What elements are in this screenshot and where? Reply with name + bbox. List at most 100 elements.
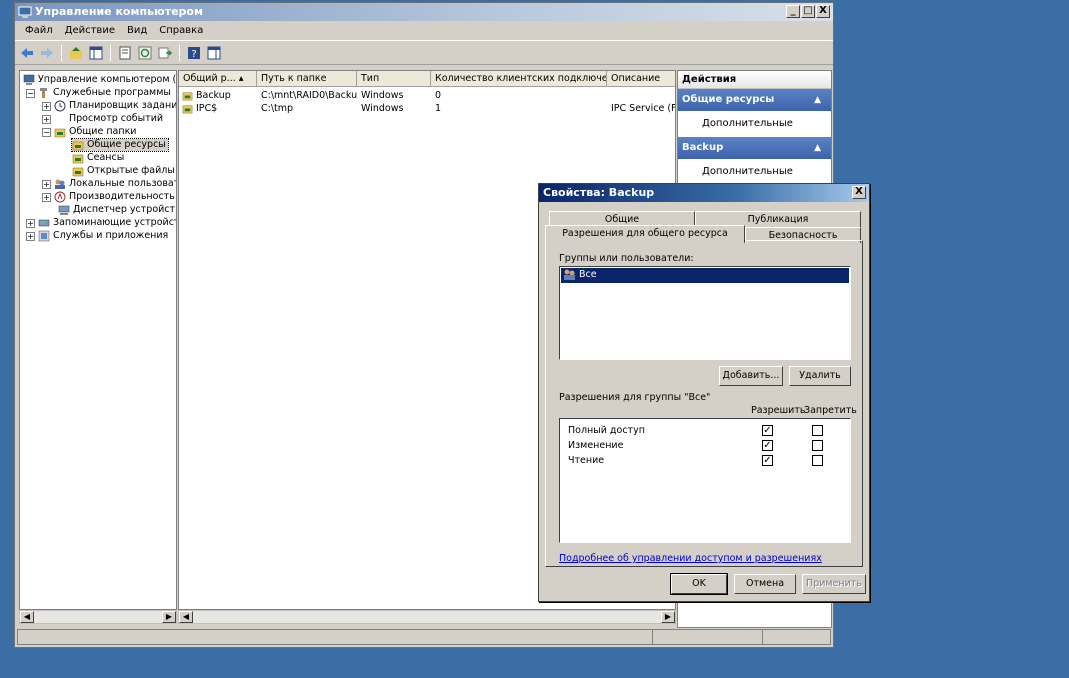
tree-item-label: Запоминающие устройства [53,217,176,228]
read-deny-checkbox[interactable] [812,455,823,466]
menu-help[interactable]: Справка [153,25,209,36]
tree-item-label: Открытые файлы [87,165,175,176]
refresh-icon[interactable] [137,45,153,61]
permission-full-control: Полный доступ [568,425,645,436]
tree-item-sessions[interactable]: Сеансы [72,152,124,164]
services-icon [38,230,50,242]
export-list-icon[interactable] [157,45,173,61]
cell-type: Windows [361,90,404,101]
event-viewer-icon [54,113,66,125]
actions-section-backup[interactable]: Backup ▲ [678,137,831,159]
scroll-right-button[interactable]: ▶ [162,611,176,623]
show-hide-tree-icon[interactable] [88,45,104,61]
column-header-connections[interactable]: Количество клиентских подключений [431,71,607,87]
column-header-description[interactable]: Описание [607,71,675,87]
full-control-allow-checkbox[interactable]: ✓ [762,425,773,436]
collapse-toggle[interactable]: − [26,88,35,98]
add-button[interactable]: Добавить... [719,366,783,386]
groups-listbox[interactable]: Все [559,266,851,360]
cell-description: IPC Service (Fr [611,103,676,114]
more-actions-shares[interactable]: Дополнительные дейст...▶ [678,111,831,155]
users-icon [55,179,65,189]
maximize-button[interactable]: □ [801,5,815,18]
group-item-everyone[interactable]: Все [561,268,849,283]
minimize-button[interactable]: _ [786,5,800,18]
permissions-list: Полный доступ Изменение Чтение ✓ ✓ ✓ [559,418,851,543]
help-icon[interactable]: ? [186,45,202,61]
tree-item-device-manager[interactable]: Диспетчер устройств [58,204,176,216]
tree-item-task-scheduler[interactable]: + Планировщик заданий [42,100,177,112]
menu-view[interactable]: Вид [121,25,153,36]
more-actions-backup[interactable]: Дополнительные дейст...▶ [678,159,831,203]
svg-text:?: ? [191,49,196,60]
console-tree[interactable]: Управление компьютером (FREE − Служебные… [19,70,177,610]
ok-button[interactable]: OK [670,573,728,595]
menu-file[interactable]: Файл [19,25,59,36]
menu-action[interactable]: Действие [59,25,121,36]
full-control-deny-checkbox[interactable] [812,425,823,436]
collapse-toggle[interactable]: − [42,127,51,137]
tree-item-shared-folders[interactable]: − Общие папки [42,126,136,138]
tree-item-label: Планировщик заданий [69,100,177,111]
remove-button[interactable]: Удалить [789,366,851,386]
status-divider [762,630,763,644]
expand-toggle[interactable]: + [42,192,51,202]
share-icon [182,105,193,114]
list-hscrollbar[interactable]: ◀ ▶ [178,610,676,624]
dialog-close-button[interactable]: X [852,186,866,199]
permission-read: Чтение [568,455,605,466]
main-titlebar[interactable]: Управление компьютером _ □ X [15,3,833,21]
cancel-button[interactable]: Отмена [734,574,796,594]
apply-button[interactable]: Применить [802,574,866,594]
properties-icon[interactable] [117,45,133,61]
main-title: Управление компьютером [35,5,203,18]
storage-icon [38,219,50,227]
computer-icon [23,74,35,85]
show-action-pane-icon[interactable] [206,45,222,61]
scroll-right-button[interactable]: ▶ [661,611,675,623]
expand-toggle[interactable]: + [42,114,51,124]
menubar: Файл Действие Вид Справка [15,21,833,41]
collapse-arrow-icon: ▲ [814,143,821,153]
close-button[interactable]: X [816,5,830,18]
expand-toggle[interactable]: + [42,101,51,111]
tree-hscrollbar[interactable]: ◀ ▶ [19,610,177,624]
column-header-share[interactable]: Общий р... ▴ [179,71,257,87]
computer-management-icon [18,6,32,18]
change-deny-checkbox[interactable] [812,440,823,451]
tree-item-storage[interactable]: + Запоминающие устройства [26,217,176,229]
tree-root[interactable]: Управление компьютером (FREE [23,74,177,86]
tree-root-label: Управление компьютером (FREE [38,74,177,85]
tree-item-event-viewer[interactable]: + Просмотр событий [42,113,163,125]
tree-item-local-users[interactable]: + Локальные пользовател [42,178,176,190]
group-icon [564,269,575,280]
actions-section-shares[interactable]: Общие ресурсы ▲ [678,89,831,111]
tree-item-open-files[interactable]: Открытые файлы [72,165,175,177]
shared-folder-icon [54,128,66,138]
tab-share-permissions[interactable]: Разрешения для общего ресурса [545,225,745,243]
dialog-titlebar[interactable]: Свойства: Backup X [539,184,869,202]
performance-icon [54,191,66,203]
change-allow-checkbox[interactable]: ✓ [762,440,773,451]
access-control-help-link[interactable]: Подробнее об управлении доступом и разре… [559,553,822,564]
tree-item-performance[interactable]: + Производительность [42,191,175,203]
up-folder-icon[interactable] [68,45,84,61]
permission-change: Изменение [568,440,624,451]
expand-toggle[interactable]: + [42,179,51,189]
column-header-path[interactable]: Путь к папке [257,71,357,87]
read-allow-checkbox[interactable]: ✓ [762,455,773,466]
forward-arrow-icon[interactable] [39,45,55,61]
back-arrow-icon[interactable] [19,45,35,61]
actions-header: Действия [678,71,831,89]
tree-item-services-apps[interactable]: + Службы и приложения [26,230,168,242]
scroll-left-button[interactable]: ◀ [20,611,34,623]
share-icon [182,92,193,101]
scroll-left-button[interactable]: ◀ [179,611,193,623]
expand-toggle[interactable]: + [26,231,35,241]
deny-header: Запретить [804,405,857,416]
tree-item-shares[interactable]: Общие ресурсы [71,138,169,152]
expand-toggle[interactable]: + [26,218,35,228]
toolbar-separator [110,44,111,61]
column-header-type[interactable]: Тип [357,71,431,87]
tree-item-system-tools[interactable]: − Служебные программы [26,87,171,99]
